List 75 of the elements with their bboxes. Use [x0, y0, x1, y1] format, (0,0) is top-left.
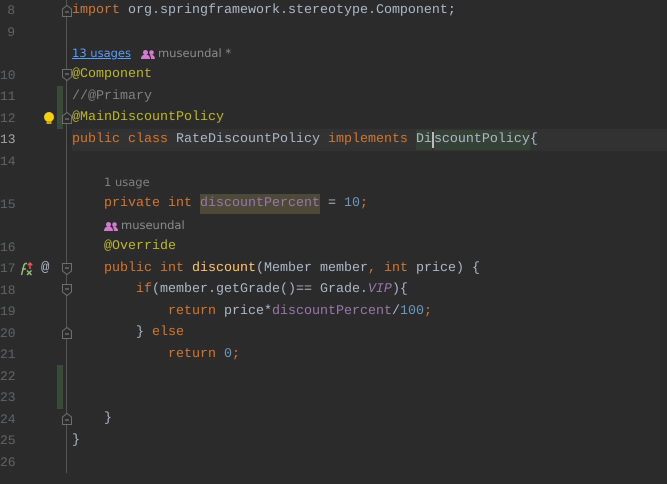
line-number: 12: [0, 110, 15, 128]
code-token: return: [166, 346, 217, 364]
fold-icon[interactable]: [62, 262, 72, 275]
code-token: RateDiscountPolicy: [176, 130, 321, 149]
code-token: Di: [416, 130, 432, 150]
code-token: price) {: [416, 260, 480, 278]
annotation-marker[interactable]: @: [41, 258, 50, 280]
code-token: 10: [344, 195, 360, 214]
line-number: 9: [6, 24, 15, 42]
code-token: //@Primary: [72, 88, 152, 106]
code-token: private int: [102, 195, 193, 214]
code-token: @MainDiscountPolicy: [72, 109, 224, 128]
code-token: discountPercent: [200, 194, 320, 214]
code-token: scountPolicy: [434, 130, 530, 150]
line-number: 23: [0, 389, 15, 407]
people-icon: [104, 220, 118, 231]
code-token: (Member member: [256, 260, 368, 278]
line-number: 22: [0, 368, 15, 386]
line-number: 13: [0, 131, 15, 149]
code-token: VIP: [368, 281, 392, 300]
code-token: 100: [400, 302, 424, 321]
line-number: 19: [0, 303, 15, 321]
code-token: }: [134, 324, 144, 342]
people-icon: [140, 48, 155, 59]
code-token: import: [72, 2, 120, 20]
line-number: 8: [6, 2, 15, 20]
code-token: ;: [360, 195, 368, 214]
function-up-arrow-icon: [19, 260, 35, 277]
usages-link[interactable]: 1 usage: [104, 174, 150, 192]
fold-icon[interactable]: [62, 4, 72, 17]
code-token: (member.getGrade()== Grade.: [152, 281, 368, 300]
author-name: museundal: [121, 217, 185, 234]
code-token: if: [134, 281, 152, 300]
line-number: 26: [0, 454, 15, 472]
fold-icon[interactable]: [62, 112, 72, 124]
code-token: /: [392, 302, 400, 321]
code-token: return: [166, 302, 217, 321]
code-token: @Override: [102, 238, 176, 256]
usages-link[interactable]: 13 usages: [72, 45, 131, 62]
fold-icon[interactable]: [62, 284, 72, 296]
code-token: }: [72, 432, 80, 450]
text-cursor: [432, 132, 434, 148]
code-token: =: [326, 195, 337, 214]
line-number: 21: [0, 346, 15, 364]
line-number: 11: [0, 88, 15, 106]
line-number: 15: [0, 196, 15, 214]
line-number: 24: [0, 410, 15, 428]
code-token: ;: [232, 346, 240, 364]
code-token: {: [530, 130, 538, 149]
code-token: @Component: [72, 66, 152, 84]
fold-icon[interactable]: [62, 413, 72, 426]
code-token: 0: [224, 346, 232, 364]
code-token: ;: [424, 302, 432, 321]
code-token: org.springframework.stereotype.Component;: [126, 2, 456, 20]
code-token: else: [150, 324, 184, 342]
code-token: discountPercent: [272, 302, 392, 321]
code-token: }: [102, 410, 112, 428]
code-token: implements: [328, 130, 409, 149]
line-number: 20: [0, 324, 15, 342]
line-number: 10: [0, 66, 15, 84]
line-number: 17: [0, 260, 15, 278]
code-token: discount: [192, 260, 256, 278]
fold-icon[interactable]: [62, 69, 72, 82]
code-token: ){: [392, 281, 408, 300]
code-token: , int: [368, 260, 409, 278]
fold-icon[interactable]: [62, 327, 72, 340]
code-token: public class: [72, 130, 169, 149]
lightbulb-icon[interactable]: [43, 111, 55, 126]
author-name: museundal *: [158, 45, 232, 62]
code-token: public int: [102, 260, 185, 278]
line-number: 18: [0, 282, 15, 300]
line-number: 16: [0, 238, 15, 256]
line-number: 14: [0, 152, 15, 170]
line-number: 25: [0, 432, 15, 450]
code-token: price*: [224, 302, 272, 321]
